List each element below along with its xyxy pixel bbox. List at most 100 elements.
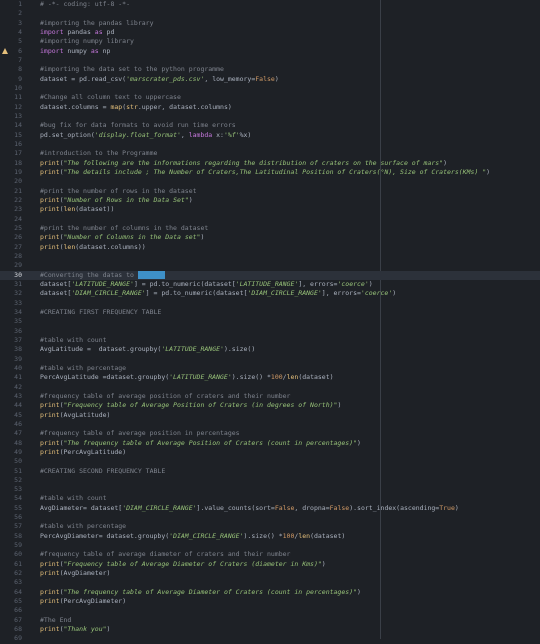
code-line[interactable]: 34 #CREATING FIRST FREQUENCY TABLE bbox=[0, 308, 540, 317]
code-line[interactable]: 52 bbox=[0, 476, 540, 485]
code-token: ).sort_index(ascending= bbox=[349, 503, 440, 512]
code-line[interactable]: 40 #table with percentage bbox=[0, 364, 540, 373]
code-line[interactable]: 62 print(AvgDiameter) bbox=[0, 569, 540, 578]
code-token: (dataset)) bbox=[75, 205, 115, 214]
code-line[interactable]: 32 dataset['DIAM_CIRCLE_RANGE'] = pd.to_n… bbox=[0, 289, 540, 298]
line-number: 34 bbox=[14, 307, 22, 316]
code-line[interactable]: 17 #introduction to the Programme bbox=[0, 149, 540, 158]
code-line[interactable]: 31 dataset['LATITUDE_RANGE'] = pd.to_nume… bbox=[0, 280, 540, 289]
code-line[interactable]: 66 bbox=[0, 606, 540, 615]
code-line[interactable]: 25 #print the number of columns in the da… bbox=[0, 224, 540, 233]
code-line[interactable]: 7 bbox=[0, 56, 540, 65]
code-text: print(len(dataset)) bbox=[40, 205, 114, 214]
code-line[interactable]: 4 import pandas as pd bbox=[0, 28, 540, 37]
code-line[interactable]: 59 bbox=[0, 541, 540, 550]
code-line[interactable]: 30 #Converting the datas to numeric bbox=[0, 270, 540, 280]
code-line[interactable]: 14 #bug fix for data formats to avoid run… bbox=[0, 121, 540, 130]
code-line[interactable]: 68 print("Thank you") bbox=[0, 625, 540, 634]
line-number: 43 bbox=[14, 391, 22, 400]
code-text: print(AvgLatitude) bbox=[40, 411, 110, 420]
code-line[interactable]: 24 bbox=[0, 215, 540, 224]
line-number: 51 bbox=[14, 466, 22, 475]
code-line[interactable]: 18 print("The following are the informati… bbox=[0, 159, 540, 168]
code-line[interactable]: 26 print("Number of Columns in the Data s… bbox=[0, 233, 540, 242]
code-line[interactable]: 11 #Change all column text to uppercase bbox=[0, 93, 540, 102]
code-line[interactable]: 12 dataset.columns = map(str.upper, datas… bbox=[0, 103, 540, 112]
code-line[interactable]: 69 bbox=[0, 634, 540, 643]
code-line[interactable]: 22 print("Number of Rows in the Data Set"… bbox=[0, 196, 540, 205]
code-line[interactable]: 2 bbox=[0, 9, 540, 18]
line-number: 13 bbox=[14, 111, 22, 120]
code-line[interactable]: 3 #importing the pandas library bbox=[0, 19, 540, 28]
code-line[interactable]: 23 print(len(dataset)) bbox=[0, 205, 540, 214]
code-line[interactable]: 58 PercAvgDiameter= dataset.groupby('DIAM… bbox=[0, 532, 540, 541]
code-line[interactable]: 41 PercAvgLatitude =dataset.groupby('LATI… bbox=[0, 373, 540, 382]
line-number: 32 bbox=[14, 289, 22, 298]
code-line[interactable]: 16 bbox=[0, 140, 540, 149]
line-number: 15 bbox=[14, 130, 22, 139]
line-number: 57 bbox=[14, 522, 22, 531]
code-line[interactable]: 13 bbox=[0, 112, 540, 121]
code-line[interactable]: 29 bbox=[0, 261, 540, 270]
code-token: #importing the pandas library bbox=[40, 18, 154, 27]
code-line[interactable]: 45 print(AvgLatitude) bbox=[0, 411, 540, 420]
line-number: 38 bbox=[14, 345, 22, 354]
code-text: #table with percentage bbox=[40, 364, 126, 373]
code-line[interactable]: 33 bbox=[0, 299, 540, 308]
code-line[interactable]: 67 #The End bbox=[0, 616, 540, 625]
code-text: print("The frequency table of Average Po… bbox=[40, 439, 361, 448]
code-line[interactable]: 46 bbox=[0, 420, 540, 429]
code-line[interactable]: 49 print(PercAvgLatitude) bbox=[0, 448, 540, 457]
code-line[interactable]: 19 print("The details include ; The Numbe… bbox=[0, 168, 540, 177]
code-line[interactable]: 44 print("Frequency table of Average Posi… bbox=[0, 401, 540, 410]
code-token: print bbox=[40, 242, 60, 251]
code-text: dataset.columns = map(str.upper, dataset… bbox=[40, 103, 232, 112]
code-text: print(AvgDiameter) bbox=[40, 569, 110, 578]
code-line[interactable]: 37 #table with count bbox=[0, 336, 540, 345]
code-line[interactable]: 51 #CREATING SECOND FREQUENCY TABLE bbox=[0, 467, 540, 476]
code-text: print("Number of Rows in the Data Set") bbox=[40, 196, 193, 205]
code-token: '%f' bbox=[223, 130, 240, 139]
code-line[interactable]: 57 #table with percentage bbox=[0, 522, 540, 531]
code-line[interactable]: 5 #importing numpy library bbox=[0, 37, 540, 46]
code-line[interactable]: 61 print("Frequency table of Average Diam… bbox=[0, 560, 540, 569]
code-line[interactable]: 28 bbox=[0, 252, 540, 261]
line-number: 11 bbox=[14, 93, 22, 102]
line-number: 69 bbox=[14, 634, 22, 643]
code-token: 'DIAM_CIRCLE_RANGE' bbox=[169, 531, 244, 540]
code-line[interactable]: 38 AvgLatitude = dataset.groupby('LATITUD… bbox=[0, 345, 540, 354]
code-line[interactable]: 65 print(PercAvgDiameter) bbox=[0, 597, 540, 606]
code-line[interactable]: 64 print("The frequency table of Average … bbox=[0, 588, 540, 597]
code-line[interactable]: 21 #print the number of rows in the datas… bbox=[0, 187, 540, 196]
code-line[interactable]: 39 bbox=[0, 355, 540, 364]
code-line[interactable]: 35 bbox=[0, 317, 540, 326]
code-line[interactable]: 48 print("The frequency table of Average … bbox=[0, 439, 540, 448]
code-text: import numpy as np bbox=[40, 47, 110, 56]
code-line[interactable]: 43 #frequency table of average position o… bbox=[0, 392, 540, 401]
code-line[interactable]: 6 import numpy as np bbox=[0, 47, 540, 56]
code-line[interactable]: 15 pd.set_option('display.float_format', … bbox=[0, 131, 540, 140]
code-line[interactable]: 60 #frequency table of average diameter o… bbox=[0, 550, 540, 559]
line-number: 4 bbox=[18, 27, 22, 36]
code-line[interactable]: 55 AvgDiameter= dataset['DIAM_CIRCLE_RANG… bbox=[0, 504, 540, 513]
code-line[interactable]: 8 #importing the data set to the python p… bbox=[0, 65, 540, 74]
line-number: 46 bbox=[14, 419, 22, 428]
code-line[interactable]: 47 #frequency table of average position i… bbox=[0, 429, 540, 438]
warning-icon[interactable] bbox=[2, 47, 8, 54]
code-line[interactable]: 36 bbox=[0, 327, 540, 336]
code-line[interactable]: 54 #table with count bbox=[0, 494, 540, 503]
code-line[interactable]: 53 bbox=[0, 485, 540, 494]
code-editor[interactable]: 1 # -*- coding: utf-8 -*- 2 3 #importing the… bbox=[0, 0, 540, 642]
line-number: 9 bbox=[18, 74, 22, 83]
code-line[interactable]: 50 bbox=[0, 457, 540, 466]
code-line[interactable]: 63 bbox=[0, 578, 540, 587]
code-line[interactable]: 42 bbox=[0, 383, 540, 392]
code-line[interactable]: 1 # -*- coding: utf-8 -*- bbox=[0, 0, 540, 9]
code-token: dataset[ bbox=[40, 279, 72, 288]
code-line[interactable]: 56 bbox=[0, 513, 540, 522]
line-number: 16 bbox=[14, 139, 22, 148]
code-line[interactable]: 20 bbox=[0, 177, 540, 186]
code-line[interactable]: 9 dataset = pd.read_csv('marscrater_pds.c… bbox=[0, 75, 540, 84]
code-line[interactable]: 10 bbox=[0, 84, 540, 93]
code-line[interactable]: 27 print(len(dataset.columns)) bbox=[0, 243, 540, 252]
